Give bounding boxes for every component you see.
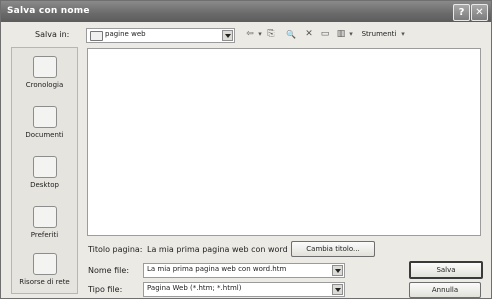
desktop-icon [32, 156, 57, 178]
back-icon[interactable]: ⇦ [244, 28, 256, 41]
save-in-combo[interactable]: pagine web [86, 28, 235, 43]
page-title-value: La mia prima pagina web con word [147, 245, 288, 254]
place-network[interactable]: Risorse di rete [12, 253, 77, 286]
search-web-icon[interactable]: 🔍 [284, 28, 298, 41]
delete-icon[interactable]: ✕ [303, 28, 315, 41]
tools-dropdown-icon[interactable]: ▾ [399, 28, 407, 41]
place-label: Preferiti [30, 231, 59, 239]
place-history[interactable]: Cronologia [12, 56, 77, 89]
network-icon [32, 253, 57, 275]
documents-icon [32, 106, 57, 128]
file-type-label: Tipo file: [88, 285, 123, 294]
new-folder-icon[interactable]: ▭ [319, 28, 331, 41]
save-in-value: pagine web [105, 30, 146, 38]
window-title: Salva con nome [7, 6, 90, 16]
history-icon [32, 56, 57, 78]
views-dropdown-icon[interactable]: ▾ [347, 28, 355, 41]
title-bar[interactable]: Salva con nome ? ✕ [1, 1, 491, 22]
favorites-icon [32, 206, 57, 228]
file-name-value: La mia prima pagina web con word.htm [147, 265, 287, 273]
place-documents[interactable]: Documenti [12, 106, 77, 139]
save-in-label: Salva in: [35, 30, 70, 39]
close-button[interactable]: ✕ [471, 4, 488, 21]
place-label: Documenti [25, 131, 64, 139]
views-icon[interactable]: ▥ [335, 28, 347, 41]
file-name-input[interactable]: La mia prima pagina web con word.htm [143, 263, 345, 278]
place-desktop[interactable]: Desktop [12, 156, 77, 189]
place-label: Desktop [30, 181, 59, 189]
help-button[interactable]: ? [453, 4, 470, 21]
page-title-label: Titolo pagina: [88, 245, 143, 254]
places-bar: Cronologia Documenti Desktop Preferiti R… [11, 47, 78, 294]
file-type-value: Pagina Web (*.htm; *.html) [147, 284, 242, 292]
folder-icon [90, 31, 103, 41]
chevron-down-icon[interactable] [332, 265, 343, 276]
file-type-select[interactable]: Pagina Web (*.htm; *.html) [143, 282, 345, 297]
place-label: Risorse di rete [19, 278, 70, 286]
tools-menu[interactable]: Strumenti [358, 28, 400, 41]
file-name-label: Nome file: [88, 266, 130, 275]
back-dropdown-icon[interactable]: ▾ [256, 28, 264, 41]
change-title-button[interactable]: Cambia titolo... [291, 241, 375, 257]
save-as-dialog: Salva con nome ? ✕ Salva in: pagine web … [0, 0, 492, 299]
place-favorites[interactable]: Preferiti [12, 206, 77, 239]
chevron-down-icon[interactable] [222, 30, 233, 41]
file-list[interactable] [87, 48, 481, 236]
cancel-button[interactable]: Annulla [409, 282, 481, 298]
place-label: Cronologia [25, 81, 64, 89]
save-button[interactable]: Salva [409, 261, 483, 279]
up-folder-icon[interactable]: ⎘ [265, 28, 277, 41]
chevron-down-icon[interactable] [332, 284, 343, 295]
